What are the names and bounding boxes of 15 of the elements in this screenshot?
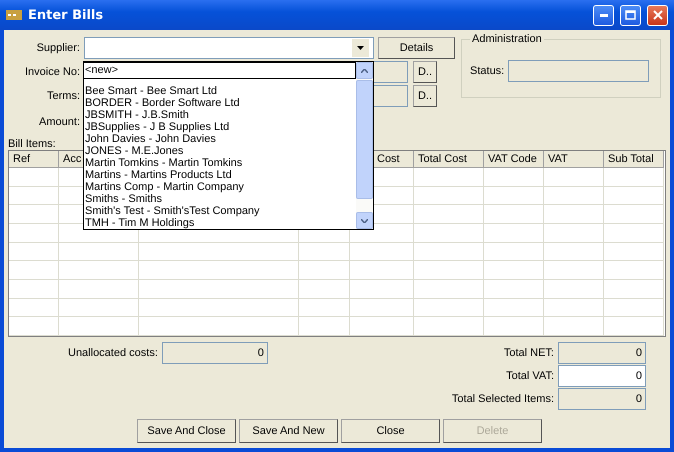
window-title: Enter Bills bbox=[28, 8, 104, 22]
field-label: Terms: bbox=[46, 90, 80, 102]
field-label: Total VAT: bbox=[506, 370, 554, 382]
field-label: Total Selected Items: bbox=[452, 392, 554, 404]
group-title: Administration bbox=[471, 33, 543, 45]
total-field: 0 bbox=[558, 342, 646, 364]
field-label: Status: bbox=[470, 65, 504, 77]
field-label: Amount: bbox=[38, 116, 80, 128]
total-field: 0 bbox=[558, 388, 646, 410]
field-label: Supplier: bbox=[36, 42, 80, 54]
field-label: Total NET: bbox=[504, 346, 554, 358]
section-label: Bill Items: bbox=[8, 138, 56, 150]
field-label: Invoice No: bbox=[24, 66, 80, 78]
unallocated-field: 0 bbox=[162, 342, 268, 364]
field-label: Unallocated costs: bbox=[68, 346, 158, 358]
